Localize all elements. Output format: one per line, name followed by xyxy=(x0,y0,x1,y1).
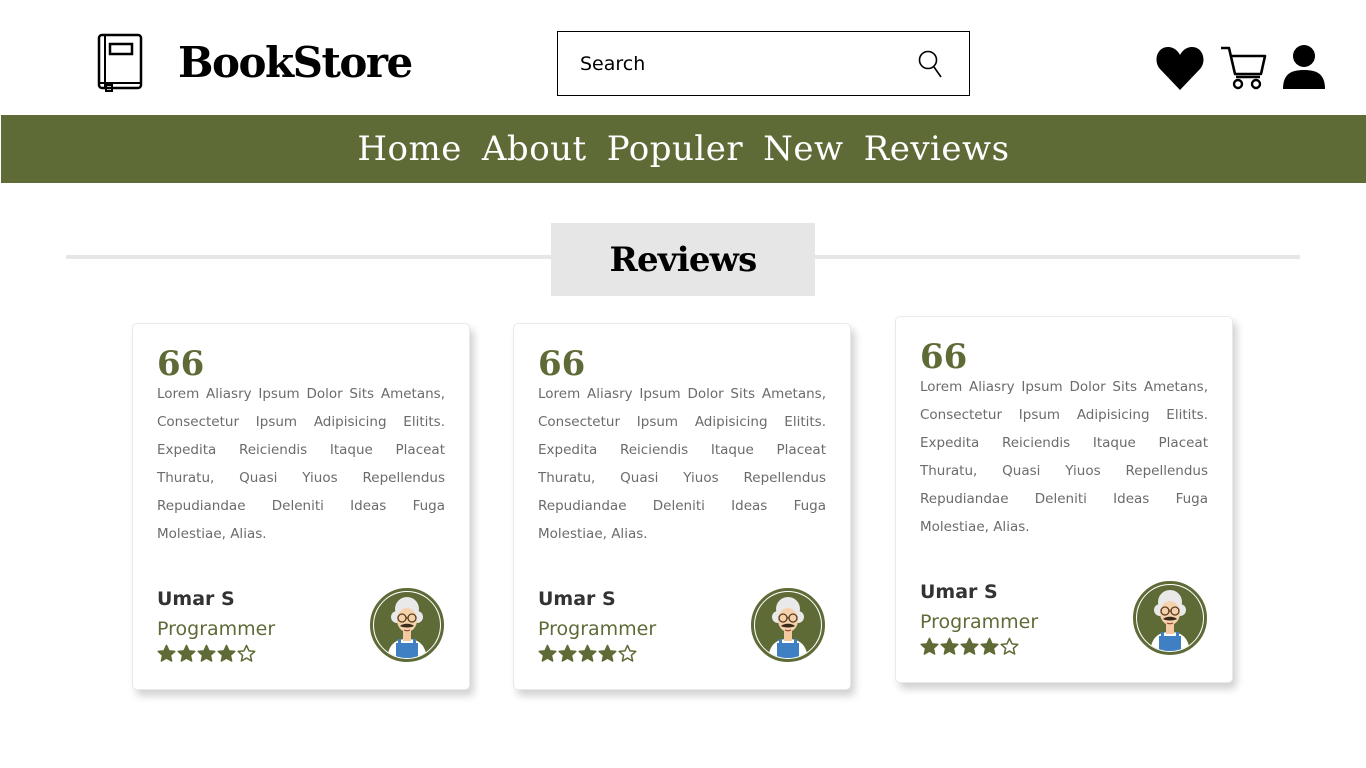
quote-icon: 66 xyxy=(157,344,205,384)
nav-populer[interactable]: Populer xyxy=(607,115,743,183)
star-empty-icon xyxy=(618,644,637,662)
review-text: Lorem Aliasry Ipsum Dolor Sits Ametans, … xyxy=(157,386,445,542)
reviewer-role: Programmer xyxy=(157,618,276,640)
star-empty-icon xyxy=(1000,637,1019,655)
star-rating xyxy=(538,644,637,663)
star-filled-icon xyxy=(578,644,597,662)
search-input[interactable] xyxy=(580,46,910,82)
review-card: 66 Lorem Aliasry Ipsum Dolor Sits Ametan… xyxy=(513,323,851,690)
star-filled-icon xyxy=(157,644,176,662)
star-filled-icon xyxy=(538,644,557,662)
section-title: Reviews xyxy=(609,239,757,280)
quote-icon: 66 xyxy=(920,337,968,377)
star-filled-icon xyxy=(940,637,959,655)
reviewer-name: Umar S xyxy=(538,588,616,610)
nav-home[interactable]: Home xyxy=(357,115,461,183)
avatar xyxy=(369,587,445,663)
reviewer-role: Programmer xyxy=(538,618,657,640)
user-icon[interactable] xyxy=(1281,44,1327,90)
star-filled-icon xyxy=(598,644,617,662)
review-card: 66 Lorem Aliasry Ipsum Dolor Sits Ametan… xyxy=(895,316,1233,683)
cart-icon[interactable] xyxy=(1219,44,1267,90)
star-empty-icon xyxy=(237,644,256,662)
main-nav: Home About Populer New Reviews xyxy=(1,115,1366,183)
search-icon[interactable] xyxy=(917,49,943,79)
search-bar[interactable] xyxy=(557,31,970,96)
avatar xyxy=(750,587,826,663)
nav-new[interactable]: New xyxy=(763,115,843,183)
quote-icon: 66 xyxy=(538,344,586,384)
star-filled-icon xyxy=(558,644,577,662)
reviewer-role: Programmer xyxy=(920,611,1039,633)
brand-name[interactable]: BookStore xyxy=(178,36,413,90)
star-filled-icon xyxy=(177,644,196,662)
review-text: Lorem Aliasry Ipsum Dolor Sits Ametans, … xyxy=(538,386,826,542)
nav-reviews[interactable]: Reviews xyxy=(864,115,1010,183)
star-rating xyxy=(920,637,1019,656)
review-card: 66 Lorem Aliasry Ipsum Dolor Sits Ametan… xyxy=(132,323,470,690)
heart-icon[interactable] xyxy=(1155,44,1205,92)
star-filled-icon xyxy=(217,644,236,662)
star-filled-icon xyxy=(980,637,999,655)
star-filled-icon xyxy=(920,637,939,655)
section-heading: Reviews xyxy=(551,223,815,296)
reviewer-name: Umar S xyxy=(157,588,235,610)
book-icon[interactable] xyxy=(97,33,143,93)
avatar xyxy=(1132,580,1208,656)
star-filled-icon xyxy=(960,637,979,655)
review-text: Lorem Aliasry Ipsum Dolor Sits Ametans, … xyxy=(920,379,1208,535)
star-rating xyxy=(157,644,256,663)
site-header: BookStore xyxy=(0,0,1366,115)
reviewer-name: Umar S xyxy=(920,581,998,603)
star-filled-icon xyxy=(197,644,216,662)
nav-about[interactable]: About xyxy=(482,115,587,183)
